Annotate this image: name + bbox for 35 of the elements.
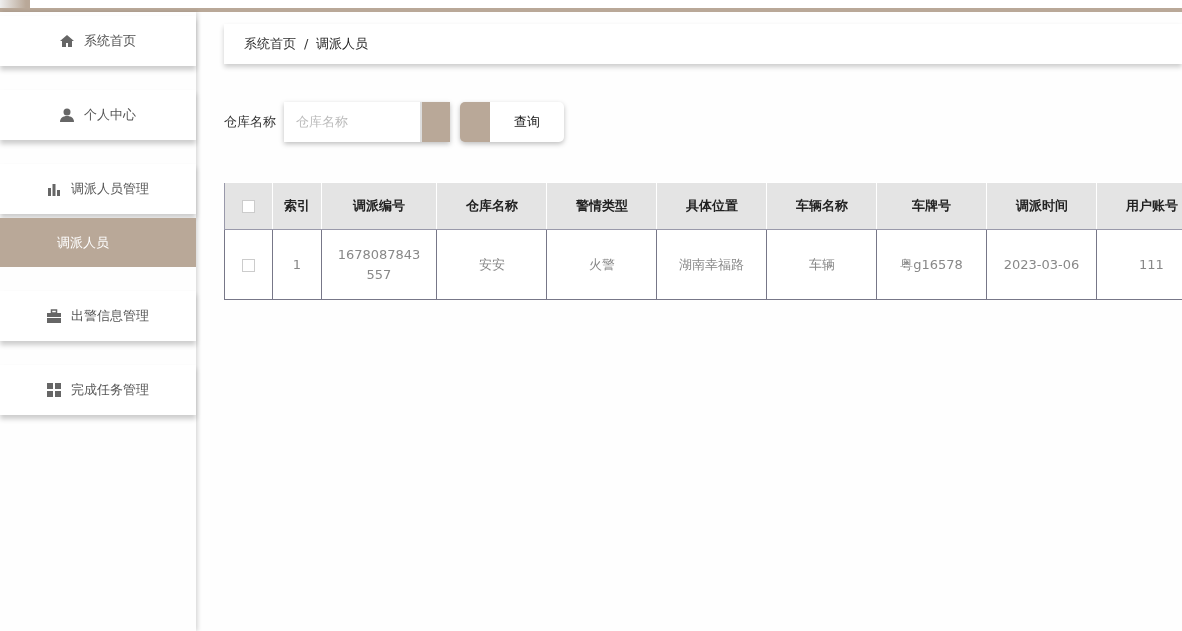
search-button[interactable]: 查询 [460,102,564,142]
sidebar-item[interactable]: 出警信息管理 [0,291,196,341]
breadcrumb-current: 调派人员 [316,35,369,54]
breadcrumb-separator: / [304,35,309,54]
table-cell: 粤g16578 [876,229,987,300]
home-icon [60,34,74,48]
table-cell: 火警 [546,229,657,300]
user-icon [60,108,74,122]
column-header: 用户账号 [1096,182,1182,230]
breadcrumb-link[interactable]: 系统首页 [244,34,296,54]
table-cell: 111 [1096,229,1182,300]
sidebar-item[interactable]: 个人中心 [0,90,196,140]
bar-chart-icon [47,182,61,196]
column-header: 调派编号 [321,182,437,230]
sidebar-item[interactable]: 完成任务管理 [0,365,196,415]
table-cell: 湖南幸福路 [656,229,767,300]
column-header: 具体位置 [656,182,767,230]
table-cell: 车辆 [766,229,877,300]
column-header: 索引 [272,182,322,230]
search-label: 仓库名称 [224,113,276,132]
row-checkbox[interactable] [242,258,255,272]
column-header: 仓库名称 [436,182,547,230]
table-cell: 1678087843557 [321,229,437,300]
column-header: 调派时间 [986,182,1097,230]
grid-icon [47,383,61,397]
table-cell: 2023-03-06 [986,229,1097,300]
column-header: 车牌号 [876,182,987,230]
column-header: 车辆名称 [766,182,877,230]
table-cell: 安安 [436,229,547,300]
column-header: 警情类型 [546,182,657,230]
sidebar-item[interactable]: 调派人员管理 [0,164,196,214]
table-cell: 1 [272,229,322,300]
briefcase-icon [47,309,61,323]
select-all-checkbox[interactable] [242,200,255,214]
sidebar-item[interactable]: 系统首页 [0,16,196,66]
